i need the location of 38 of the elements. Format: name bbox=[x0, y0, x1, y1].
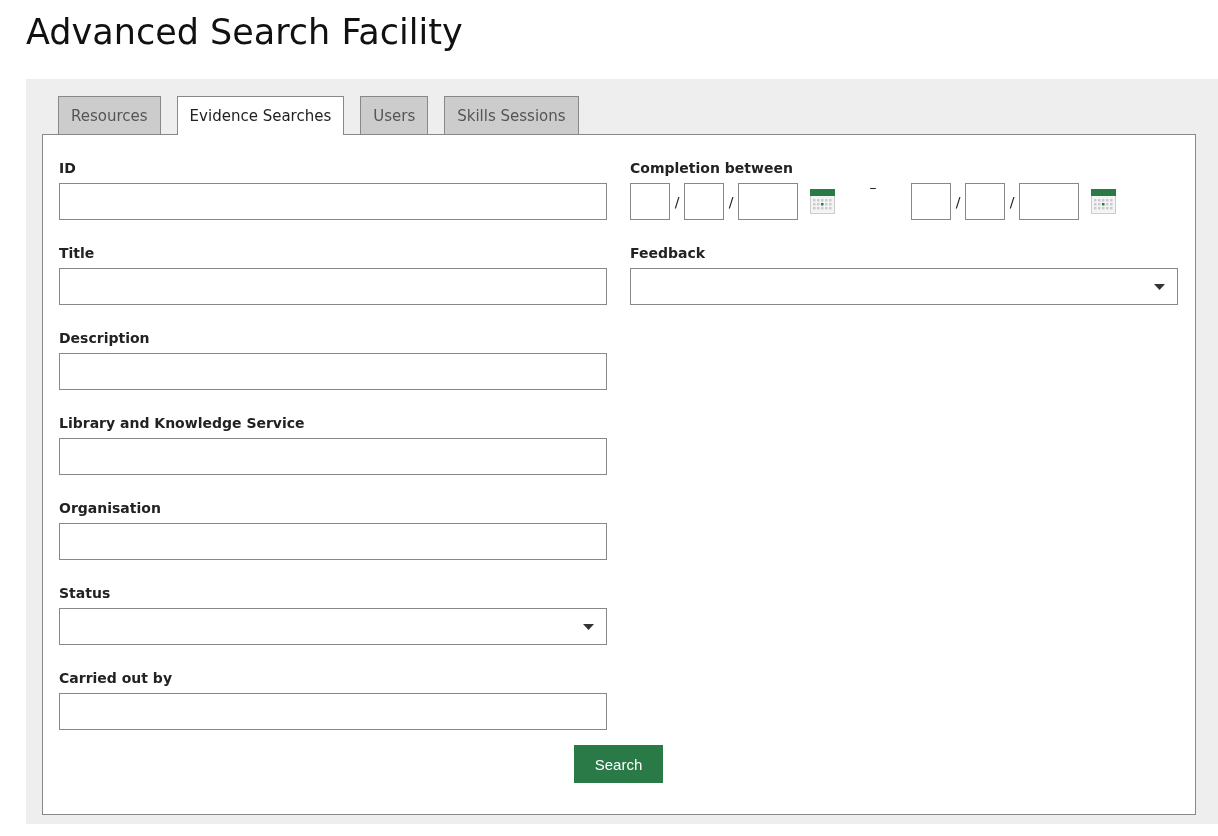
field-label: Completion between bbox=[630, 159, 794, 178]
tab[interactable]: Skills Sessions bbox=[444, 96, 579, 134]
date-separator: / bbox=[673, 193, 681, 210]
calendar-icon[interactable] bbox=[1091, 189, 1116, 214]
dropdown[interactable] bbox=[630, 268, 1178, 305]
field-label: Title bbox=[59, 244, 96, 263]
year-field[interactable] bbox=[738, 183, 798, 220]
input-field[interactable] bbox=[59, 438, 607, 475]
input-field[interactable] bbox=[59, 693, 607, 730]
field-label: Status bbox=[59, 584, 112, 603]
field-label: Carried out by bbox=[59, 669, 174, 688]
field-label: Library and Knowledge Service bbox=[59, 414, 306, 433]
caret-icon bbox=[1154, 283, 1165, 290]
range-separator: – bbox=[868, 179, 878, 195]
day-field[interactable] bbox=[911, 183, 951, 220]
tab[interactable]: Evidence Searches bbox=[176, 96, 345, 135]
input-field[interactable] bbox=[59, 523, 607, 560]
input-field[interactable] bbox=[59, 268, 607, 305]
search-button[interactable]: Search bbox=[574, 745, 663, 783]
calendar-icon[interactable] bbox=[810, 189, 835, 214]
month-field[interactable] bbox=[965, 183, 1005, 220]
dropdown[interactable] bbox=[59, 608, 607, 645]
date-separator: / bbox=[1008, 193, 1016, 210]
tab[interactable]: Resources bbox=[58, 96, 161, 134]
date-separator: / bbox=[954, 193, 962, 210]
page-title: Advanced Search Facility bbox=[25, 11, 464, 54]
field-label: Organisation bbox=[59, 499, 162, 518]
input-field[interactable] bbox=[59, 353, 607, 390]
year-field[interactable] bbox=[1019, 183, 1079, 220]
field-label: Description bbox=[59, 329, 151, 348]
field-label: ID bbox=[59, 159, 77, 178]
month-field[interactable] bbox=[684, 183, 724, 220]
tab[interactable]: Users bbox=[360, 96, 429, 134]
caret-icon bbox=[583, 623, 594, 630]
day-field[interactable] bbox=[630, 183, 670, 220]
date-separator: / bbox=[727, 193, 735, 210]
field-label: Feedback bbox=[630, 244, 707, 263]
input-field[interactable] bbox=[59, 183, 607, 220]
